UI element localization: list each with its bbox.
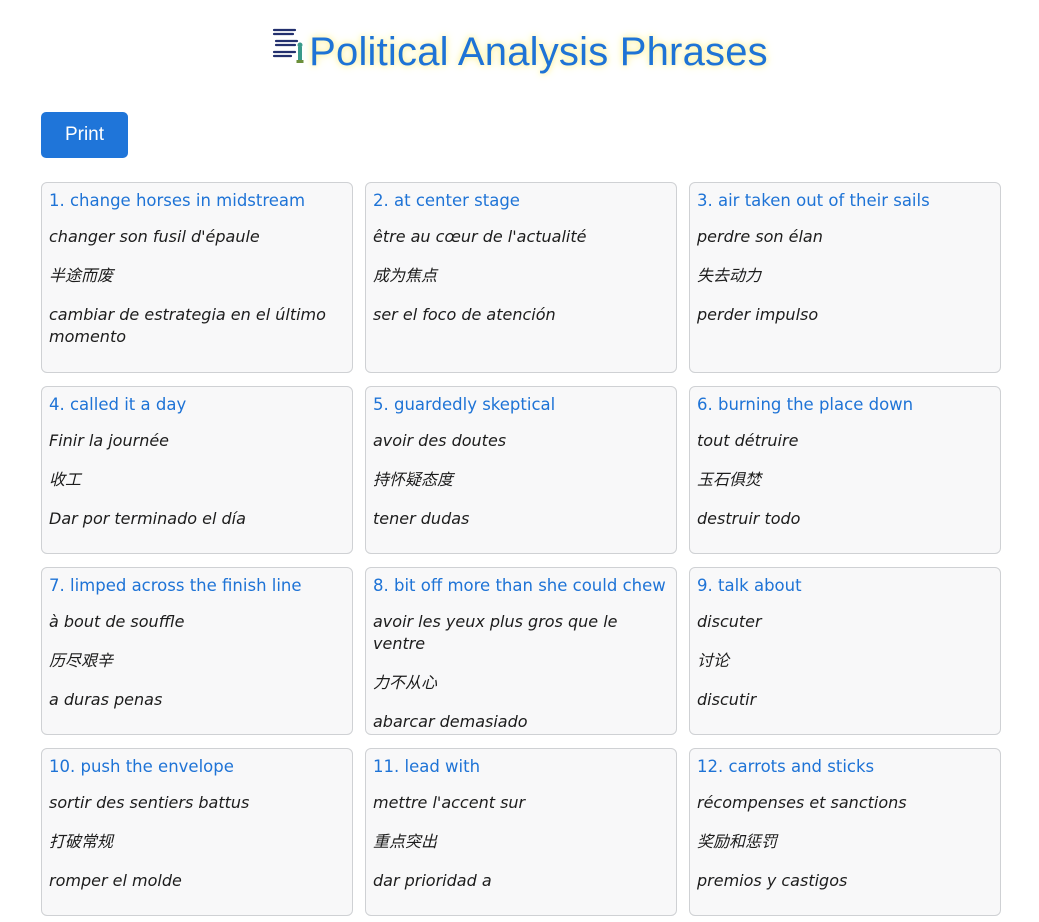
phrase-title: 3. air taken out of their sails [697,191,930,210]
translation-french: avoir les yeux plus gros que le ventre [373,612,618,653]
translation-chinese: 持怀疑态度 [373,470,454,489]
phrase-card: 9. talk about discuter 讨论 discutir [689,567,1001,735]
translation-french: avoir des doutes [373,431,507,450]
translation-chinese: 奖励和惩罚 [697,832,778,851]
phrase-card: 12. carrots and sticks récompenses et san… [689,748,1001,916]
translation-chinese: 收工 [49,470,82,489]
print-button[interactable]: Print [41,112,128,158]
page-header: Political Analysis Phrases [0,22,1039,82]
page-title: Political Analysis Phrases [309,29,768,74]
app-logo-icon [271,25,306,65]
phrase-title: 1. change horses in midstream [49,191,306,210]
phrase-title: 10. push the envelope [49,757,234,776]
translation-french: récompenses et sanctions [697,793,907,812]
phrase-card: 7. limped across the finish line à bout d… [41,567,353,735]
translation-spanish: cambiar de estrategia en el último momen… [49,305,326,346]
translation-french: être au cœur de l'actualité [373,227,587,246]
translation-chinese: 力不从心 [373,673,438,692]
phrase-card: 3. air taken out of their sails perdre so… [689,182,1001,373]
translation-chinese: 玉石俱焚 [697,470,762,489]
translation-french: à bout de souffle [49,612,185,631]
translation-chinese: 重点突出 [373,832,438,851]
translation-chinese: 历尽艰辛 [49,651,114,670]
page: Political Analysis Phrases Print 1. chan… [0,0,1039,922]
translation-french: perdre son élan [697,227,823,246]
phrase-grid: 1. change horses in midstream changer son… [41,182,1001,916]
phrase-title: 11. lead with [373,757,481,776]
phrase-card: 5. guardedly skeptical avoir des doutes 持怀… [365,386,677,554]
translation-chinese: 讨论 [697,651,730,670]
phrase-title: 6. burning the place down [697,395,914,414]
translation-spanish: romper el molde [49,871,182,890]
phrase-card: 8. bit off more than she could chew avoir… [365,567,677,735]
translation-spanish: abarcar demasiado [373,712,528,731]
translation-french: changer son fusil d'épaule [49,227,260,246]
phrase-card: 11. lead with mettre l'accent sur 重点突出 dar … [365,748,677,916]
phrase-card: 2. at center stage être au cœur de l'actu… [365,182,677,373]
translation-chinese: 半途而废 [49,266,114,285]
phrase-title: 8. bit off more than she could chew [373,576,666,595]
translation-spanish: a duras penas [49,690,163,709]
translation-spanish: dar prioridad a [373,871,492,890]
phrase-card: 1. change horses in midstream changer son… [41,182,353,373]
translation-spanish: premios y castigos [697,871,848,890]
phrase-title: 9. talk about [697,576,802,595]
translation-french: tout détruire [697,431,799,450]
phrase-title: 2. at center stage [373,191,520,210]
translation-chinese: 打破常规 [49,832,114,851]
phrase-card: 4. called it a day Finir la journée 收工 Dar … [41,386,353,554]
phrase-title: 12. carrots and sticks [697,757,875,776]
phrase-title: 5. guardedly skeptical [373,395,556,414]
phrase-card: 10. push the envelope sortir des sentiers… [41,748,353,916]
translation-chinese: 成为焦点 [373,266,438,285]
translation-spanish: destruir todo [697,509,801,528]
translation-french: sortir des sentiers battus [49,793,250,812]
phrase-title: 7. limped across the finish line [49,576,302,595]
translation-spanish: ser el foco de atención [373,305,556,324]
translation-french: discuter [697,612,762,631]
translation-french: Finir la journée [49,431,170,450]
phrase-card: 6. burning the place down tout détruire 玉石… [689,386,1001,554]
phrase-title: 4. called it a day [49,395,187,414]
translation-spanish: tener dudas [373,509,470,528]
translation-spanish: Dar por terminado el día [49,509,246,528]
translation-spanish: perder impulso [697,305,819,324]
translation-spanish: discutir [697,690,757,709]
translation-chinese: 失去动力 [697,266,762,285]
translation-french: mettre l'accent sur [373,793,526,812]
